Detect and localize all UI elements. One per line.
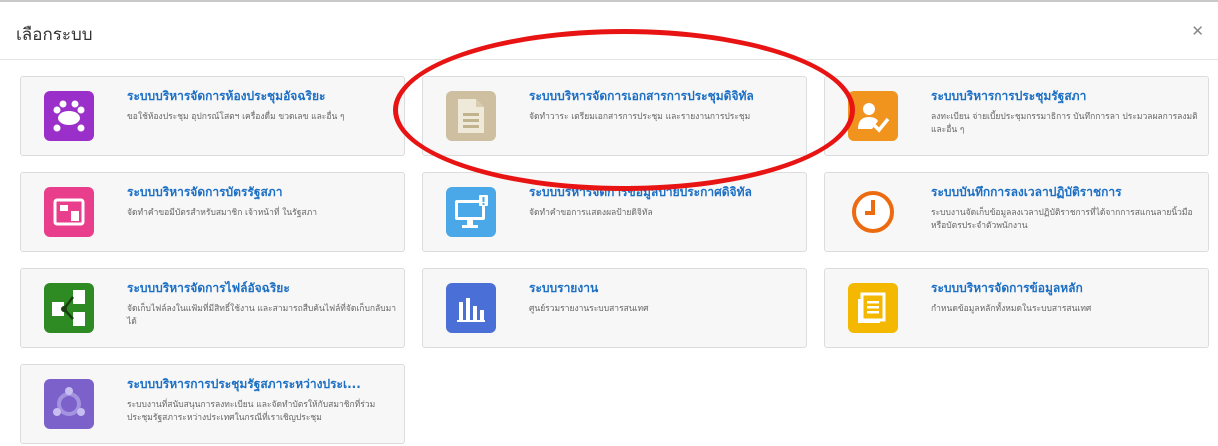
card-title: ระบบบริหารจัดการข้อมูลป้ายประกาศดิจิทัล xyxy=(529,185,752,199)
list-document-icon xyxy=(848,283,898,333)
card-title: ระบบรายงาน xyxy=(529,281,599,295)
modal-header: เลือกระบบ ✕ xyxy=(0,2,1218,60)
id-card-icon xyxy=(44,187,94,237)
card-title: ระบบบริหารการประชุมรัฐสภาระหว่างประเ... xyxy=(127,377,361,391)
card-digital-signage[interactable]: ระบบบริหารจัดการข้อมูลป้ายประกาศดิจิทัล … xyxy=(422,172,807,252)
card-desc: จัดทำคำขอมีบัตรสำหรับสมาชิก เจ้าหน้าที่ … xyxy=(127,208,317,218)
card-reports[interactable]: ระบบรายงาน ศูนย์รวมรายงานระบบสารสนเทศ xyxy=(422,268,807,348)
card-desc: ศูนย์รวมรายงานระบบสารสนเทศ xyxy=(529,304,649,314)
card-master-data[interactable]: ระบบบริหารจัดการข้อมูลหลัก กำหนดข้อมูลหล… xyxy=(824,268,1209,348)
close-icon[interactable]: ✕ xyxy=(1191,22,1204,40)
card-desc: ระบบงานที่สนับสนุนการลงทะเบียน และจัดทำบ… xyxy=(127,400,376,423)
card-digital-meeting-docs[interactable]: ระบบบริหารจัดการเอกสารการประชุมดิจิทัล จ… xyxy=(422,76,807,156)
card-parliament-meeting[interactable]: ระบบบริหารการประชุมรัฐสภา ลงทะเบียน จ่าย… xyxy=(824,76,1209,156)
meeting-room-icon xyxy=(44,91,94,141)
clock-icon xyxy=(848,187,898,237)
people-group-icon xyxy=(44,379,94,429)
card-desc: กำหนดข้อมูลหลักทั้งหมดในระบบสารสนเทศ xyxy=(931,304,1092,314)
card-desc: จัดทำคำขอการแสดงผลป้ายดิจิทัล xyxy=(529,208,653,218)
card-title: ระบบบริหารจัดการข้อมูลหลัก xyxy=(931,281,1083,295)
card-title: ระบบบริหารการประชุมรัฐสภา xyxy=(931,89,1087,103)
monitor-alert-icon xyxy=(446,187,496,237)
card-desc: จัดเก็บไฟล์ลงในแฟ้มที่มีสิทธิ์ใช้งาน และ… xyxy=(127,304,396,327)
card-title: ระบบบริหารจัดการบัตรรัฐสภา xyxy=(127,185,283,199)
user-check-icon xyxy=(848,91,898,141)
card-smart-meeting-room[interactable]: ระบบบริหารจัดการห้องประชุมอัจฉริยะ ขอใช้… xyxy=(20,76,405,156)
file-share-icon xyxy=(44,283,94,333)
card-desc: ระบบงานจัดเก็บข้อมูลลงเวลาปฏิบัติราชการท… xyxy=(931,208,1193,231)
card-smart-file[interactable]: ระบบบริหารจัดการไฟล์อัจฉริยะ จัดเก็บไฟล์… xyxy=(20,268,405,348)
card-title: ระบบบันทึกการลงเวลาปฏิบัติราชการ xyxy=(931,185,1122,199)
document-icon xyxy=(446,91,496,141)
card-time-attendance[interactable]: ระบบบันทึกการลงเวลาปฏิบัติราชการ ระบบงาน… xyxy=(824,172,1209,252)
card-title: ระบบบริหารจัดการไฟล์อัจฉริยะ xyxy=(127,281,290,295)
card-desc: จัดทำวาระ เตรียมเอกสารการประชุม และรายงา… xyxy=(529,112,751,122)
card-title: ระบบบริหารจัดการห้องประชุมอัจฉริยะ xyxy=(127,89,326,103)
card-title: ระบบบริหารจัดการเอกสารการประชุมดิจิทัล xyxy=(529,89,754,103)
card-intl-parliament-meeting[interactable]: ระบบบริหารการประชุมรัฐสภาระหว่างประเ... … xyxy=(20,364,405,444)
modal-title: เลือกระบบ xyxy=(16,25,93,45)
card-desc: ขอใช้ห้องประชุม อุปกรณ์โสตฯ เครื่องดื่ม … xyxy=(127,112,345,122)
bar-chart-icon xyxy=(446,283,496,333)
card-desc: ลงทะเบียน จ่ายเบี้ยประชุมกรรมาธิการ บันท… xyxy=(931,112,1198,135)
card-parliament-id-card[interactable]: ระบบบริหารจัดการบัตรรัฐสภา จัดทำคำขอมีบั… xyxy=(20,172,405,252)
